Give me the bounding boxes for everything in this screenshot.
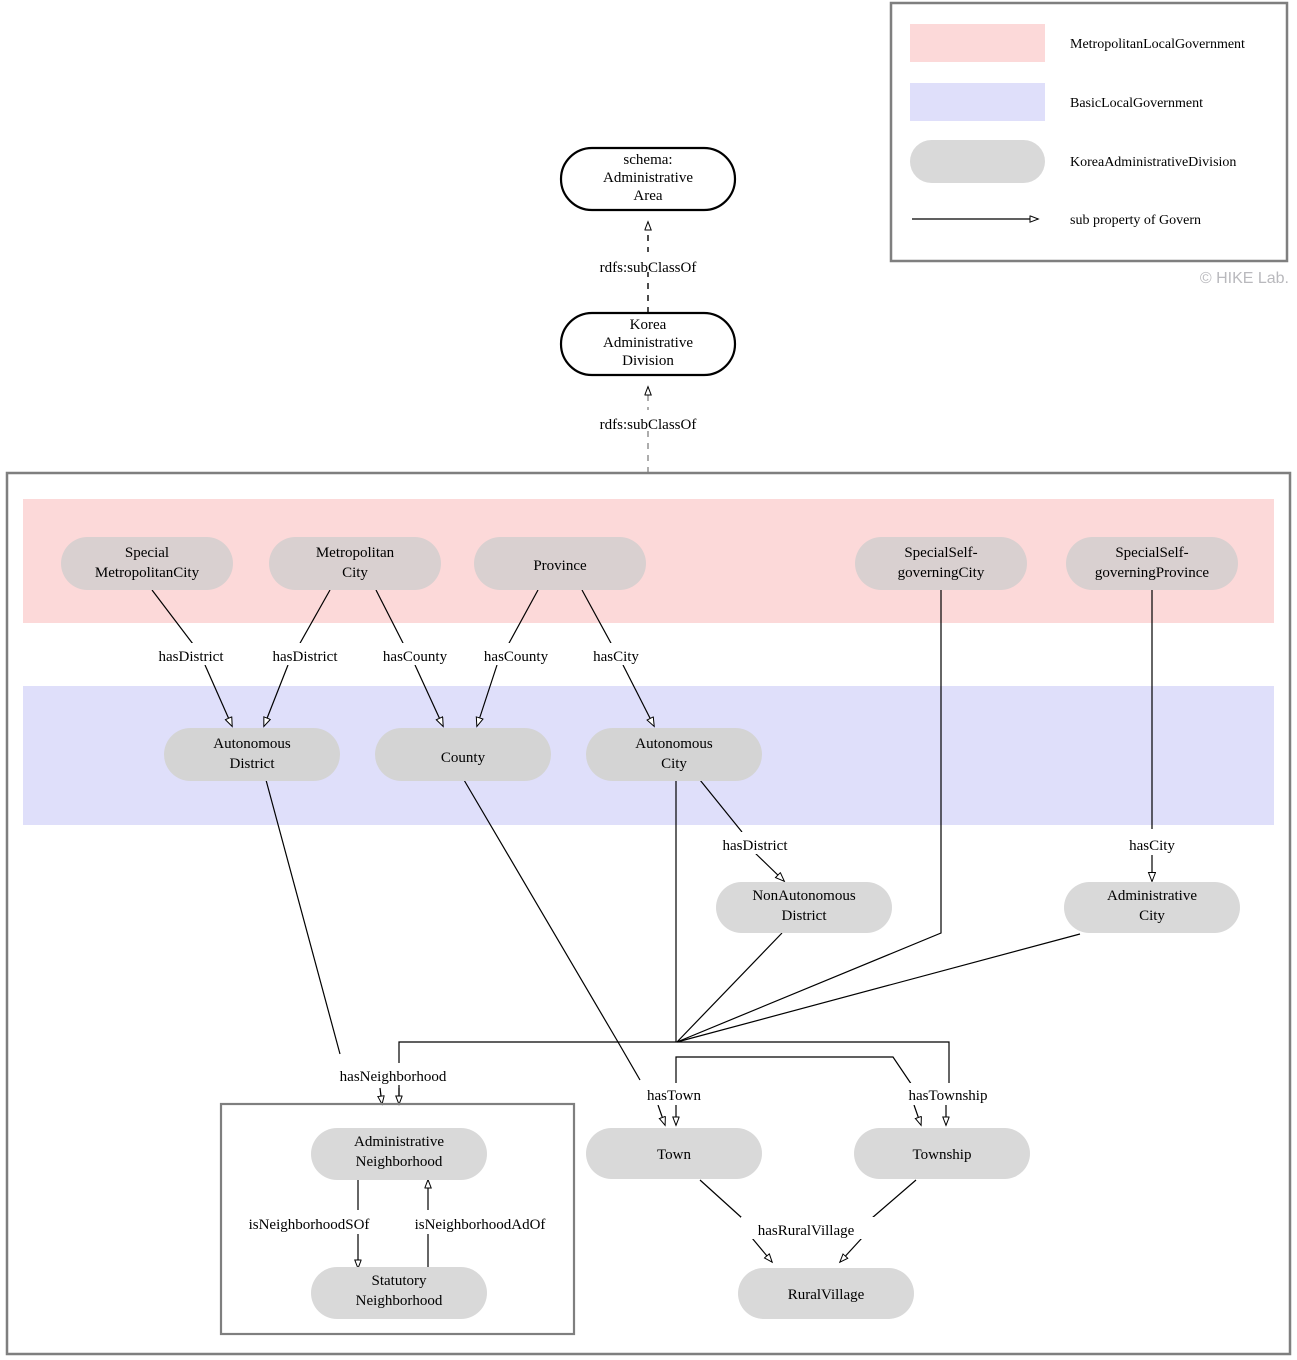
autonomous-district-label-line2: District — [230, 756, 276, 772]
non-autonomous-district-label-line2: District — [782, 908, 828, 924]
subclassof-label-2: rdfs:subClassOf — [600, 417, 697, 433]
edge-has-neighborhood-arrow-1 — [380, 1087, 382, 1104]
edge-township-to-rural-village-b — [840, 1237, 863, 1262]
special-metropolitan-city-label-line2: MetropolitanCity — [95, 565, 200, 581]
edge-has-district-3-b — [752, 850, 784, 881]
has-township-label: hasTownship — [909, 1088, 988, 1104]
administrative-city-label-line1: Administrative — [1107, 888, 1197, 904]
metropolitan-city-label-line1: Metropolitan — [316, 545, 395, 561]
top-hierarchy: schema: Administrative Area rdfs:subClas… — [559, 146, 737, 473]
metropolitan-local-government-swatch — [910, 24, 1045, 62]
schema-administrative-area-label-line3: Area — [633, 188, 662, 204]
schema-administrative-area-label-line2: Administrative — [603, 170, 693, 186]
administrative-city-label-line2: City — [1139, 908, 1165, 924]
legend-label-1: BasicLocalGovernment — [1070, 96, 1203, 111]
has-neighborhood-label: hasNeighborhood — [340, 1069, 447, 1085]
special-metropolitan-city-label-line1: Special — [125, 545, 169, 561]
edge-township-to-rural-village-a — [871, 1179, 917, 1219]
edge-labels-mid: hasDistrict hasCity — [707, 832, 1188, 854]
credit-text: © HIKE Lab. — [1200, 270, 1289, 287]
has-rural-village-label: hasRuralVillage — [758, 1223, 855, 1239]
statutory-neighborhood-label-line1: Statutory — [372, 1273, 427, 1289]
special-self-governing-province-label-line1: SpecialSelf- — [1115, 545, 1188, 561]
korea-administrative-division-swatch — [910, 140, 1045, 183]
town-label: Town — [657, 1147, 691, 1163]
town-township-nodes: Town Township RuralVillage hasRuralVilla… — [586, 1128, 1030, 1319]
has-district-3-label: hasDistrict — [723, 838, 789, 854]
korea-administrative-division-label-line1: Korea — [630, 317, 667, 333]
autonomous-city-label-line1: Autonomous — [635, 736, 713, 752]
has-city-2-label: hasCity — [1129, 838, 1175, 854]
legend-label-2: KoreaAdministrativeDivision — [1070, 155, 1236, 170]
has-city-1-label: hasCity — [593, 649, 639, 665]
township-label: Township — [913, 1147, 972, 1163]
edge-county-kink — [617, 1041, 641, 1081]
county-label: County — [441, 750, 486, 766]
neighborhood-nodes: Administrative Neighborhood Statutory Ne… — [236, 1128, 557, 1319]
edge-town-to-rural-village-a — [699, 1179, 743, 1219]
edge-labels-lower: hasNeighborhood hasTown hasTownship — [326, 1063, 1005, 1105]
basic-local-government-swatch — [910, 83, 1045, 121]
edge-has-township-arrow-1 — [913, 1104, 921, 1125]
basic-nodes: Autonomous District County Autonomous Ci… — [164, 728, 762, 781]
edge-non-autonomous-district-to-hub — [676, 932, 783, 1043]
autonomous-district-label-line1: Autonomous — [213, 736, 291, 752]
edge-town-to-rural-village-b — [751, 1237, 772, 1262]
edge-administrative-city-to-hub — [676, 933, 1081, 1043]
legend: MetropolitanLocalGovernment BasicLocalGo… — [889, 1, 1289, 263]
legend-label-0: MetropolitanLocalGovernment — [1070, 37, 1245, 52]
korea-administrative-division-label-line3: Division — [622, 353, 674, 369]
has-district-2-label: hasDistrict — [273, 649, 339, 665]
edge-has-town-arrow-1 — [657, 1104, 665, 1125]
rural-village-label: RuralVillage — [788, 1287, 865, 1303]
has-town-label: hasTown — [647, 1088, 701, 1104]
special-self-governing-city-label-line2: governingCity — [898, 565, 985, 581]
special-self-governing-city-label-line1: SpecialSelf- — [904, 545, 977, 561]
legend-label-3: sub property of Govern — [1070, 213, 1201, 228]
administrative-neighborhood-label-line1: Administrative — [354, 1134, 444, 1150]
province-label: Province — [533, 558, 587, 574]
metropolitan-city-label-line2: City — [342, 565, 368, 581]
edge-labels-upper: hasDistrict hasDistrict hasCounty hasCou… — [141, 643, 652, 665]
has-county-1-label: hasCounty — [383, 649, 448, 665]
non-autonomous-district-label-line1: NonAutonomous — [752, 888, 856, 904]
mid-nodes: NonAutonomous District Administrative Ci… — [716, 882, 1240, 933]
autonomous-city-label-line2: City — [661, 756, 687, 772]
is-neighborhood-adof-label: isNeighborhoodAdOf — [415, 1217, 546, 1233]
statutory-neighborhood-label-line2: Neighborhood — [356, 1293, 443, 1309]
special-self-governing-province-label-line2: governingProvince — [1095, 565, 1209, 581]
korea-administrative-division-label-line2: Administrative — [603, 335, 693, 351]
is-neighborhood-sof-label: isNeighborhoodSOf — [249, 1217, 370, 1233]
schema-administrative-area-label-line1: schema: — [623, 152, 672, 168]
subclassof-label-1: rdfs:subClassOf — [600, 260, 697, 276]
has-district-1-label: hasDistrict — [159, 649, 225, 665]
diagram-root: MetropolitanLocalGovernment BasicLocalGo… — [0, 0, 1297, 1360]
has-county-2-label: hasCounty — [484, 649, 549, 665]
administrative-neighborhood-label-line2: Neighborhood — [356, 1154, 443, 1170]
